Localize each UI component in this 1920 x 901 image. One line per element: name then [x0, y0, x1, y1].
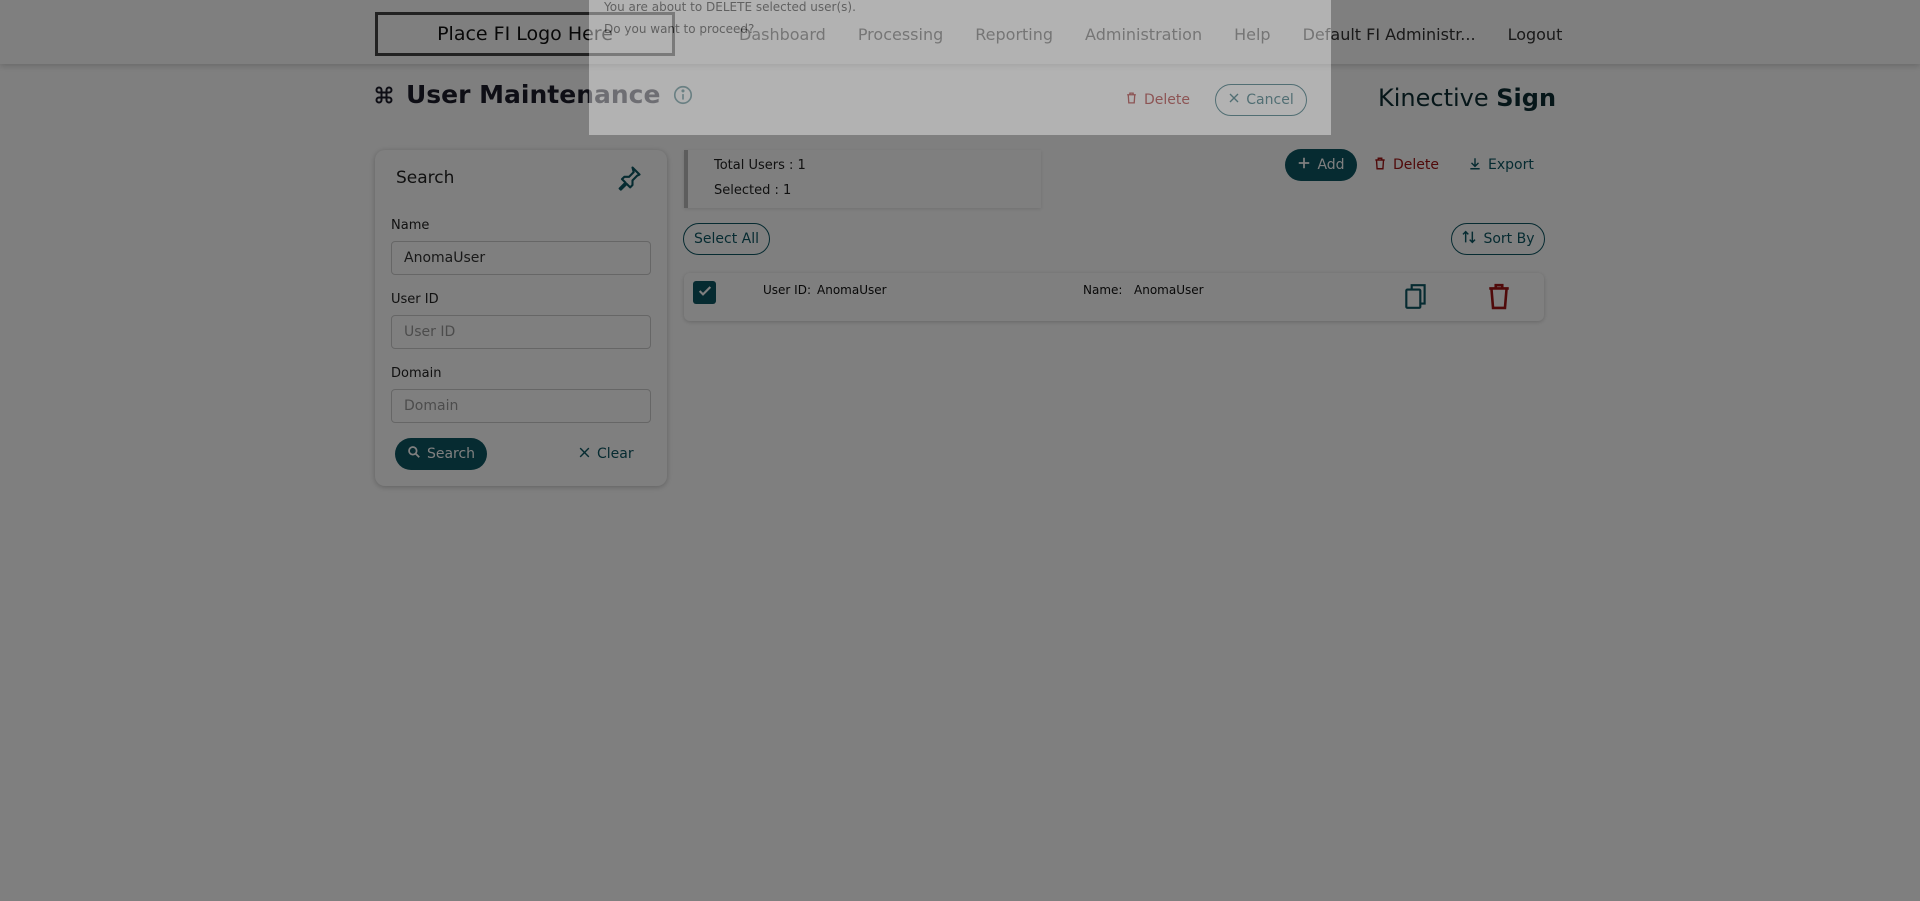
dialog-question: Do you want to proceed? [604, 22, 755, 36]
dialog-delete-label: Delete [1144, 92, 1190, 108]
dialog-cancel-label: Cancel [1246, 92, 1294, 108]
dialog-delete-button[interactable]: Delete [1125, 84, 1190, 116]
close-icon [1228, 92, 1240, 108]
modal-backdrop [0, 0, 1920, 901]
dialog-message: You are about to DELETE selected user(s)… [604, 0, 856, 14]
delete-confirm-dialog: You are about to DELETE selected user(s)… [589, 0, 1331, 135]
dialog-cancel-button[interactable]: Cancel [1215, 84, 1307, 116]
trash-icon [1125, 91, 1138, 109]
